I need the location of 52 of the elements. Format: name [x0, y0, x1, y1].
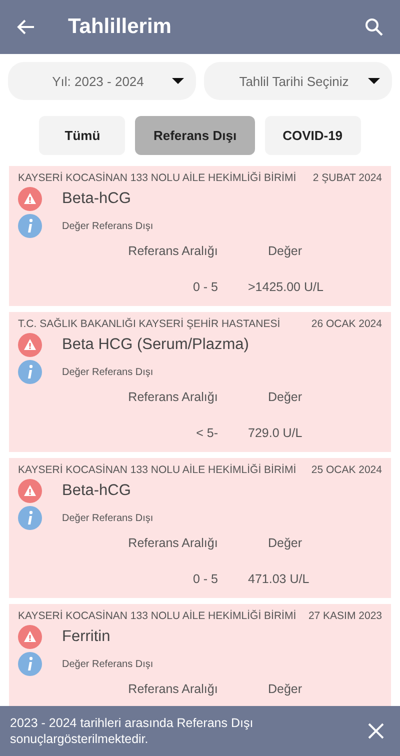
warning-icon	[18, 333, 42, 357]
dropdown[interactable]: Yıl: 2023 - 2024	[8, 62, 196, 100]
filter-tab[interactable]: Tümü	[39, 116, 126, 155]
test-name: Beta-hCG	[62, 482, 131, 500]
back-arrow-icon	[16, 17, 36, 37]
test-name: Beta HCG (Serum/Plazma)	[62, 336, 249, 354]
dropdown-caret-icon	[368, 77, 380, 85]
test-name: Ferritin	[62, 628, 110, 646]
status-text: Değer Referans Dışı	[62, 512, 154, 524]
institution-name: T.C. SAĞLIK BAKANLIĞI KAYSERİ ŞEHİR HASTANESİ	[18, 318, 280, 330]
column-label: Değer	[267, 244, 302, 258]
column-label: Referans Aralığı	[128, 536, 218, 550]
screen-title: Tahlillerim	[68, 15, 172, 39]
close-icon	[368, 723, 384, 739]
warning-icon	[18, 479, 42, 503]
column-label: Referans Aralığı	[128, 390, 218, 404]
reference-range: < 5-	[196, 426, 219, 440]
result-date: 26 OCAK 2024	[311, 318, 382, 330]
result-date: 2 ŞUBAT 2024	[312, 172, 382, 184]
info-icon	[18, 360, 42, 384]
dropdown-caret-icon	[172, 77, 184, 85]
info-icon	[18, 652, 42, 676]
result-card[interactable]: T.C. SAĞLIK BAKANLIĞI KAYSERİ ŞEHİR HASTANESİ 26 OCAK 2024 Beta HCG (Serum/Plazma) Değer Referans Dışı Referans Aralığı Değer < 5- 729.0 U/L	[9, 312, 391, 452]
filter-tab[interactable]: Referans Dışı	[135, 116, 255, 155]
status-text: Değer Referans Dışı	[62, 220, 154, 232]
dropdown[interactable]: Tahlil Tarihi Seçiniz	[204, 62, 392, 100]
result-card[interactable]: KAYSERİ KOCASİNAN 133 NOLU AİLE HEKİMLİĞİ BİRİMİ 2 ŞUBAT 2024 Beta-hCG Değer Referans Dışı Referans Aralığı Değer 0 - 5 >1425.00 U/L	[9, 166, 391, 306]
column-label: Referans Aralığı	[128, 682, 218, 696]
info-icon	[18, 506, 42, 530]
institution-name: KAYSERİ KOCASİNAN 133 NOLU AİLE HEKİMLİĞİ BİRİMİ	[18, 464, 296, 476]
search-icon	[364, 17, 384, 37]
result-date: 25 OCAK 2024	[311, 464, 382, 476]
status-text: Değer Referans Dışı	[62, 366, 154, 378]
reference-range: 0 - 5	[192, 280, 219, 294]
result-card[interactable]: KAYSERİ KOCASİNAN 133 NOLU AİLE HEKİMLİĞİ BİRİMİ 25 OCAK 2024 Beta-hCG Değer Referans Dışı Referans Aralığı Değer 0 - 5 471.03 U/L	[9, 458, 391, 598]
filter-tab[interactable]: COVID-19	[264, 116, 361, 155]
result-date: 27 KASIM 2023	[308, 610, 382, 622]
column-label: Referans Aralığı	[128, 244, 218, 258]
warning-icon	[18, 625, 42, 649]
institution-name: KAYSERİ KOCASİNAN 133 NOLU AİLE HEKİMLİĞİ BİRİMİ	[18, 172, 296, 184]
status-text: Değer Referans Dışı	[62, 658, 154, 670]
result-value: >1425.00 U/L	[247, 280, 324, 294]
column-label: Değer	[267, 390, 302, 404]
info-icon	[18, 214, 42, 238]
column-label: Değer	[267, 536, 302, 550]
result-value: 471.03 U/L	[247, 572, 310, 586]
result-value: 729.0 U/L	[247, 426, 302, 440]
column-label: Değer	[267, 682, 302, 696]
warning-icon	[18, 187, 42, 211]
reference-range: 0 - 5	[192, 572, 219, 586]
institution-name: KAYSERİ KOCASİNAN 133 NOLU AİLE HEKİMLİĞİ BİRİMİ	[18, 610, 296, 622]
test-name: Beta-hCG	[62, 190, 131, 208]
